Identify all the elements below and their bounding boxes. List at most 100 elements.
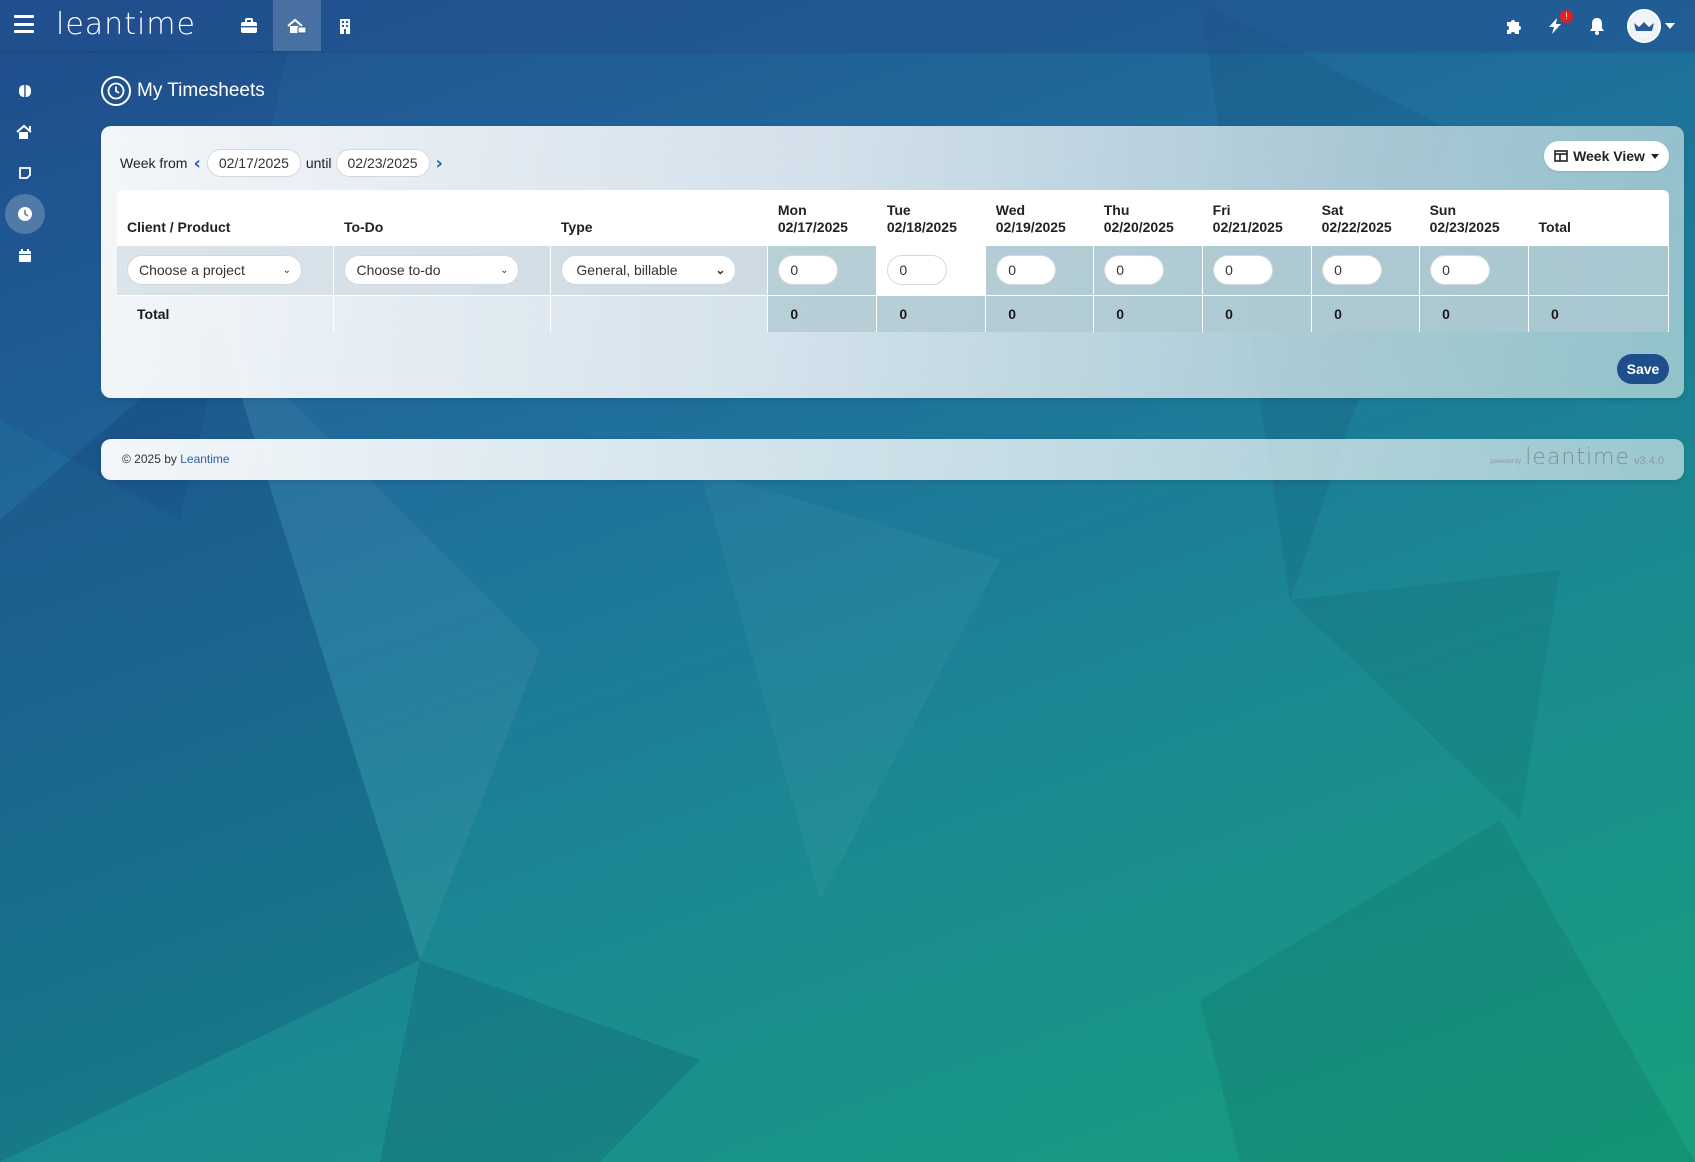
brain-icon [19, 85, 31, 97]
hours-input-mon[interactable] [778, 255, 839, 286]
bell-icon [1590, 17, 1604, 35]
column-header-tue: Tue 02/18/2025 [876, 190, 986, 246]
total-wed: 0 [985, 294, 1095, 332]
copyright: © 2025 by Leantime [122, 452, 230, 466]
hours-cell-sun [1419, 246, 1530, 295]
hours-cell-mon [767, 246, 878, 295]
week-selector: Week from ‹ until › [120, 149, 449, 177]
clock-icon [101, 76, 131, 106]
clock-icon [18, 207, 32, 221]
chevron-right-icon[interactable]: › [430, 153, 449, 174]
leantime-link[interactable]: Leantime [180, 452, 229, 466]
column-header-fri: Fri 02/21/2025 [1202, 190, 1312, 246]
chevron-down-icon [1665, 22, 1675, 29]
column-header-wed: Wed 02/19/2025 [985, 190, 1094, 246]
week-from-label: Week from [120, 155, 188, 171]
footer: © 2025 by Leantime powered by leantime v… [101, 439, 1684, 480]
hours-cell-tue [876, 246, 987, 295]
sidebar-item-ai[interactable] [5, 71, 45, 111]
sidebar-item-home[interactable] [5, 112, 45, 152]
hours-input-fri[interactable] [1213, 255, 1274, 286]
totals-empty-cell [333, 294, 552, 332]
chevron-down-icon: ⌄ [500, 264, 509, 276]
week-view-label: Week View [1573, 148, 1645, 164]
nav-my-work[interactable] [273, 0, 321, 51]
chevron-down-icon [1650, 153, 1659, 159]
week-until-input[interactable] [335, 149, 430, 177]
totals-row: Total 0 0 0 0 0 0 0 0 [117, 294, 1669, 332]
column-header-sat: Sat 02/22/2025 [1311, 190, 1420, 246]
hours-input-wed[interactable] [996, 255, 1057, 286]
table-row: Choose a project ⌄ Choose to-do ⌄ Genera… [117, 246, 1669, 295]
powered-logo: leantime [1525, 445, 1631, 470]
column-header-todo: To-Do [333, 190, 551, 246]
nav-company[interactable] [321, 0, 369, 51]
top-nav [225, 0, 369, 51]
save-button[interactable]: Save [1617, 354, 1669, 384]
total-mon: 0 [767, 294, 878, 332]
column-header-total: Total [1528, 190, 1669, 246]
avatar[interactable] [1627, 8, 1661, 43]
total-thu: 0 [1093, 294, 1204, 332]
calendar-icon [19, 248, 31, 262]
hours-cell-fri [1202, 246, 1313, 295]
totals-label: Total [117, 294, 335, 332]
page-header: My Timesheets [101, 76, 265, 106]
hours-cell-thu [1093, 246, 1204, 295]
hours-cell-sat [1311, 246, 1421, 295]
type-cell: General, billable ⌄ [550, 246, 769, 295]
powered-by-label: powered by [1490, 459, 1522, 465]
hours-input-thu[interactable] [1104, 255, 1165, 286]
column-header-type: Type [550, 190, 768, 246]
user-avatar-icon [1631, 12, 1657, 39]
chevron-down-icon: ⌄ [282, 264, 291, 276]
column-header-client: Client / Product [117, 190, 334, 246]
total-sun: 0 [1419, 294, 1530, 332]
home-icon [16, 124, 32, 139]
briefcase-icon [241, 17, 257, 33]
hours-input-sun[interactable] [1430, 255, 1491, 286]
client-cell: Choose a project ⌄ [117, 246, 335, 295]
left-sidebar [0, 70, 50, 276]
column-header-mon: Mon 02/17/2025 [767, 190, 877, 246]
table-icon [1554, 150, 1568, 162]
chevron-down-icon: ⌄ [715, 263, 726, 278]
building-icon [340, 18, 350, 34]
home-work-icon [287, 18, 307, 33]
week-view-dropdown[interactable]: Week View [1544, 141, 1669, 171]
puzzle-icon [1507, 19, 1521, 34]
apps-button[interactable] [1501, 14, 1525, 38]
page-title: My Timesheets [137, 80, 265, 101]
updates-button[interactable]: ! [1543, 9, 1573, 38]
hours-input-sat[interactable] [1322, 255, 1383, 286]
user-menu[interactable] [1627, 8, 1675, 43]
version: v3.4.0 [1634, 455, 1664, 467]
grand-total: 0 [1528, 294, 1669, 332]
hours-input-tue[interactable] [887, 255, 948, 286]
sidebar-item-timesheets[interactable] [5, 194, 45, 234]
notification-badge: ! [1560, 9, 1573, 23]
sidebar-item-notes[interactable] [5, 153, 45, 193]
note-icon [19, 167, 31, 179]
week-until-label: until [305, 155, 332, 171]
sidebar-item-calendar[interactable] [5, 235, 45, 275]
menu-icon[interactable] [14, 15, 34, 33]
row-total-cell [1528, 246, 1669, 295]
timesheet-table: Client / Product To-Do Type Mon 02/17/202… [117, 190, 1669, 332]
app-logo[interactable]: leantime [56, 7, 196, 42]
todo-select[interactable]: Choose to-do ⌄ [344, 255, 520, 286]
column-header-sun: Sun 02/23/2025 [1419, 190, 1529, 246]
totals-empty-cell [550, 294, 769, 332]
week-from-input[interactable] [206, 149, 301, 177]
nav-projects[interactable] [225, 0, 273, 51]
hours-cell-wed [985, 246, 1095, 295]
total-sat: 0 [1311, 294, 1421, 332]
top-bar: leantime ! [0, 0, 1695, 51]
type-select[interactable]: General, billable ⌄ [561, 255, 737, 286]
chevron-left-icon[interactable]: ‹ [191, 153, 206, 174]
total-tue: 0 [876, 294, 987, 332]
notifications-button[interactable] [1585, 14, 1609, 38]
project-select[interactable]: Choose a project ⌄ [127, 255, 302, 286]
column-header-thu: Thu 02/20/2025 [1093, 190, 1203, 246]
powered-by: powered by leantime v3.4.0 [1490, 447, 1664, 469]
